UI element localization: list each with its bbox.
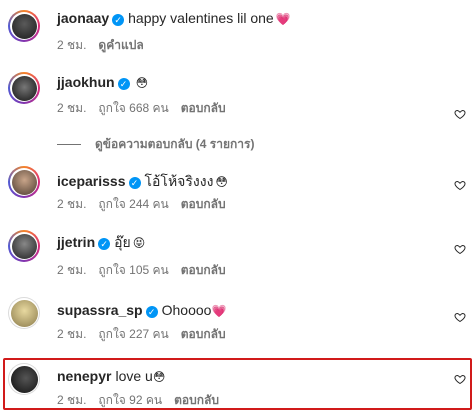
divider (57, 144, 81, 146)
comment-text: Ohoooo (161, 302, 212, 318)
verified-icon: ✓ (145, 306, 158, 318)
timestamp[interactable]: 2 ชม. (57, 263, 86, 277)
like-heart-icon[interactable] (454, 373, 466, 385)
like-heart-icon[interactable] (454, 179, 466, 191)
verified-icon: ✓ (112, 14, 125, 26)
comment-text: อุ๊ย (114, 234, 131, 250)
reply-button[interactable]: ตอบกลับ (174, 393, 219, 407)
timestamp[interactable]: 2 ชม. (57, 101, 86, 115)
like-count[interactable]: ถูกใจ 227 คน (98, 327, 168, 341)
verified-icon: ✓ (98, 238, 111, 250)
heart-emoji: 💗 (275, 12, 291, 26)
avatar[interactable] (8, 363, 40, 395)
comment-text: love u (115, 368, 153, 384)
avatar[interactable] (8, 297, 40, 329)
translate-link[interactable]: ดูคำแปล (98, 38, 143, 52)
timestamp[interactable]: 2 ชม. (57, 197, 86, 211)
reply-button[interactable]: ตอบกลับ (181, 197, 226, 211)
username[interactable]: iceparisss (57, 173, 126, 189)
username[interactable]: jjetrin (57, 234, 95, 250)
comment-text: โอ้โห้จริงงง (144, 173, 214, 189)
avatar[interactable] (8, 10, 40, 42)
comment-text: happy valentines lil one (128, 10, 274, 26)
username[interactable]: jjaokhun (57, 74, 115, 90)
reply-button[interactable]: ตอบกลับ (181, 327, 226, 341)
emoji: 😳 (152, 370, 166, 384)
like-count[interactable]: ถูกใจ 105 คน (98, 263, 168, 277)
username[interactable]: jaonaay (57, 10, 109, 26)
heart-emoji: 💗 (211, 304, 227, 318)
emoji: 😳 (135, 76, 149, 90)
like-heart-icon[interactable] (454, 243, 466, 255)
timestamp[interactable]: 2 ชม. (57, 327, 86, 341)
like-heart-icon[interactable] (454, 311, 466, 323)
verified-icon: ✓ (128, 177, 141, 189)
view-replies-button[interactable]: ดูข้อความตอบกลับ (4 รายการ) (57, 137, 254, 151)
username[interactable]: nenepyr (57, 368, 111, 384)
reply-button[interactable]: ตอบกลับ (181, 101, 226, 115)
avatar[interactable] (8, 230, 40, 262)
like-count[interactable]: ถูกใจ 92 คน (98, 393, 162, 407)
timestamp[interactable]: 2 ชม. (57, 38, 86, 52)
like-count[interactable]: ถูกใจ 668 คน (98, 101, 168, 115)
avatar[interactable] (8, 166, 40, 198)
like-heart-icon[interactable] (454, 108, 466, 120)
view-replies-label: ดูข้อความตอบกลับ (4 รายการ) (95, 137, 255, 151)
verified-icon: ✓ (117, 78, 130, 90)
username[interactable]: supassra_sp (57, 302, 143, 318)
avatar[interactable] (8, 72, 40, 104)
emoji: 😝 (132, 236, 146, 250)
reply-button[interactable]: ตอบกลับ (181, 263, 226, 277)
like-count[interactable]: ถูกใจ 244 คน (98, 197, 168, 211)
emoji: 😳 (215, 175, 228, 189)
timestamp[interactable]: 2 ชม. (57, 393, 86, 407)
